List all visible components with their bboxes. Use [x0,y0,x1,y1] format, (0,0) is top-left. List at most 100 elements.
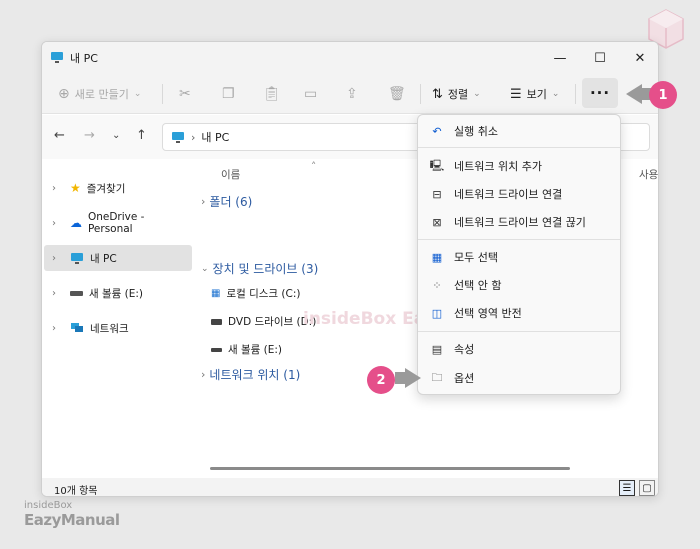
close-button[interactable]: ✕ [620,42,658,74]
watermark-small: insideBox [24,500,73,511]
minimize-button[interactable]: — [540,42,580,74]
drive-item-d[interactable]: DVD 드라이브 (D:) [211,314,316,329]
menu-item-label: 옵션 [454,372,475,385]
sidebar-item-onedrive[interactable]: › ☁ OneDrive - Personal [44,210,192,236]
drive-item-e[interactable]: 새 볼륨 (E:) [211,342,282,357]
sidebar-item-label: 즐겨찾기 [86,182,126,195]
monitor-icon [51,52,63,63]
rename-icon: ▭ [304,86,318,102]
list-view-icon: ☰ [510,86,522,102]
drive-icon [70,290,83,296]
menu-item-label: 네트워크 드라이브 연결 끊기 [454,216,586,229]
breadcrumb-item[interactable]: 내 PC [201,129,229,145]
command-bar: ⊕ 새로 만들기 ⌄ ✂ ❐ 📋︎ ▭ ⇪ 🗑︎ ⇅ 정렬 ⌄ ☰ 보기 ⌄ ·… [42,74,658,114]
recent-chevron-icon[interactable]: ⌄ [112,130,120,141]
drive-item-c[interactable]: ▦ 로컬 디스크 (C:) [211,286,301,301]
menu-item-select-none[interactable]: ⁘ 선택 안 함 [422,272,618,298]
view-button-label: 보기 [526,88,547,101]
maximize-button[interactable]: ☐ [580,42,620,74]
plus-circle-icon: ⊕ [58,86,70,102]
network-icon [71,323,83,332]
sidebar-item-label: 새 볼륨 (E:) [89,287,144,300]
horizontal-scrollbar[interactable] [210,467,570,470]
paste-icon: 📋︎ [263,86,281,102]
group-label: 네트워크 위치 (1) [209,368,301,382]
sidebar-item-favorites[interactable]: › ★ 즐겨찾기 [44,175,192,201]
group-network-locations[interactable]: › 네트워크 위치 (1) [201,366,300,383]
menu-item-properties[interactable]: ▤ 속성 [422,336,618,362]
sidebar-item-label: 내 PC [90,252,117,265]
menu-item-label: 네트워크 위치 추가 [454,160,542,173]
scissors-icon: ✂ [179,86,191,102]
sidebar-item-network[interactable]: › 네트워크 [44,315,192,341]
sidebar-item-label: 네트워크 [90,322,129,335]
menu-item-options[interactable]: 🗀︎ 옵션 [422,365,618,391]
folder-options-icon: 🗀︎ [431,370,443,384]
group-folders[interactable]: › 폴더 (6) [201,193,252,210]
menu-item-label: 선택 안 함 [454,279,502,292]
group-devices[interactable]: ⌄ 장치 및 드라이브 (3) [201,260,318,277]
chevron-right-icon[interactable]: › [52,218,64,229]
undo-icon: ↶ [432,124,442,138]
watermark: insideBox EazyManual [24,500,120,529]
properties-icon: ▤ [431,342,443,356]
chevron-right-icon[interactable]: › [52,253,64,264]
star-icon: ★ [70,181,81,195]
network-drive-icon: ⊟ [432,187,442,201]
trash-icon: 🗑︎ [388,86,406,102]
menu-item-undo[interactable]: ↶ 실행 취소 [422,118,618,144]
column-header-name[interactable]: 이름 [221,167,240,182]
cut-button[interactable]: ✂ [179,82,191,106]
delete-button[interactable]: 🗑︎ [388,82,406,106]
new-button[interactable]: ⊕ 새로 만들기 ⌄ [58,82,141,106]
chevron-down-icon: ⌄ [473,89,481,99]
tiles-view-icon[interactable]: ▢ [639,480,655,496]
menu-item-disconnect-network-drive[interactable]: ⊠ 네트워크 드라이브 연결 끊기 [422,209,618,235]
sort-button[interactable]: ⇅ 정렬 ⌄ [432,82,481,106]
share-icon: ⇪ [346,86,358,102]
see-more-button[interactable]: ··· [582,78,618,108]
windows-drive-icon: ▦ [211,288,221,299]
rename-button[interactable]: ▭ [304,82,317,106]
sidebar-item-this-pc[interactable]: › 내 PC [44,245,192,271]
chevron-down-icon: ⌄ [133,89,142,99]
chevron-right-icon[interactable]: › [52,288,64,299]
chevron-right-icon: › [201,368,206,381]
paste-button[interactable]: 📋︎ [263,82,281,106]
menu-item-label: 선택 영역 반전 [454,307,522,320]
sidebar-item-volume-e[interactable]: › 새 볼륨 (E:) [44,280,192,306]
chevron-right-icon[interactable]: › [52,183,64,194]
back-arrow-icon[interactable]: ← [54,128,65,143]
forward-arrow-icon[interactable]: → [84,128,95,143]
chevron-right-icon[interactable]: › [52,323,64,334]
drive-label: 새 볼륨 (E:) [228,344,283,356]
drive-icon [211,347,222,352]
invert-selection-icon: ◫ [431,306,443,320]
menu-item-label: 속성 [454,343,475,356]
sidebar-item-label: OneDrive - Personal [87,211,145,235]
copy-button[interactable]: ❐ [222,82,235,106]
select-none-icon: ⁘ [432,278,442,292]
select-all-icon: ▦ [431,250,443,264]
view-button[interactable]: ☰ 보기 ⌄ [510,82,559,106]
monitor-icon [71,253,83,264]
annotation-arrow-2-icon [405,368,421,388]
menu-item-map-network-drive[interactable]: ⊟ 네트워크 드라이브 연결 [422,181,618,207]
see-more-menu: ↶ 실행 취소 🖳︎ 네트워크 위치 추가 ⊟ 네트워크 드라이브 연결 ⊠ 네… [417,114,621,395]
menu-item-invert-selection[interactable]: ◫ 선택 영역 반전 [422,300,618,326]
window-title: 내 PC [70,52,98,65]
share-button[interactable]: ⇪ [346,82,358,106]
up-arrow-icon[interactable]: ↑ [136,128,147,143]
network-location-icon: 🖳︎ [429,158,445,172]
menu-item-add-network-location[interactable]: 🖳︎ 네트워크 위치 추가 [422,153,618,179]
menu-item-label: 실행 취소 [454,125,498,138]
item-count: 10개 항목 [54,486,98,497]
sort-up-icon: ˄ [311,161,317,173]
details-view-icon[interactable]: ☰ [619,480,635,496]
copy-icon: ❐ [222,86,235,102]
annotation-badge-2: 2 [367,366,395,394]
menu-item-select-all[interactable]: ▦ 모두 선택 [422,244,618,270]
column-header-used[interactable]: 사용 [639,167,658,182]
annotation-arrow-1-icon [626,84,642,104]
title-bar: 내 PC — ☐ ✕ [42,42,658,74]
